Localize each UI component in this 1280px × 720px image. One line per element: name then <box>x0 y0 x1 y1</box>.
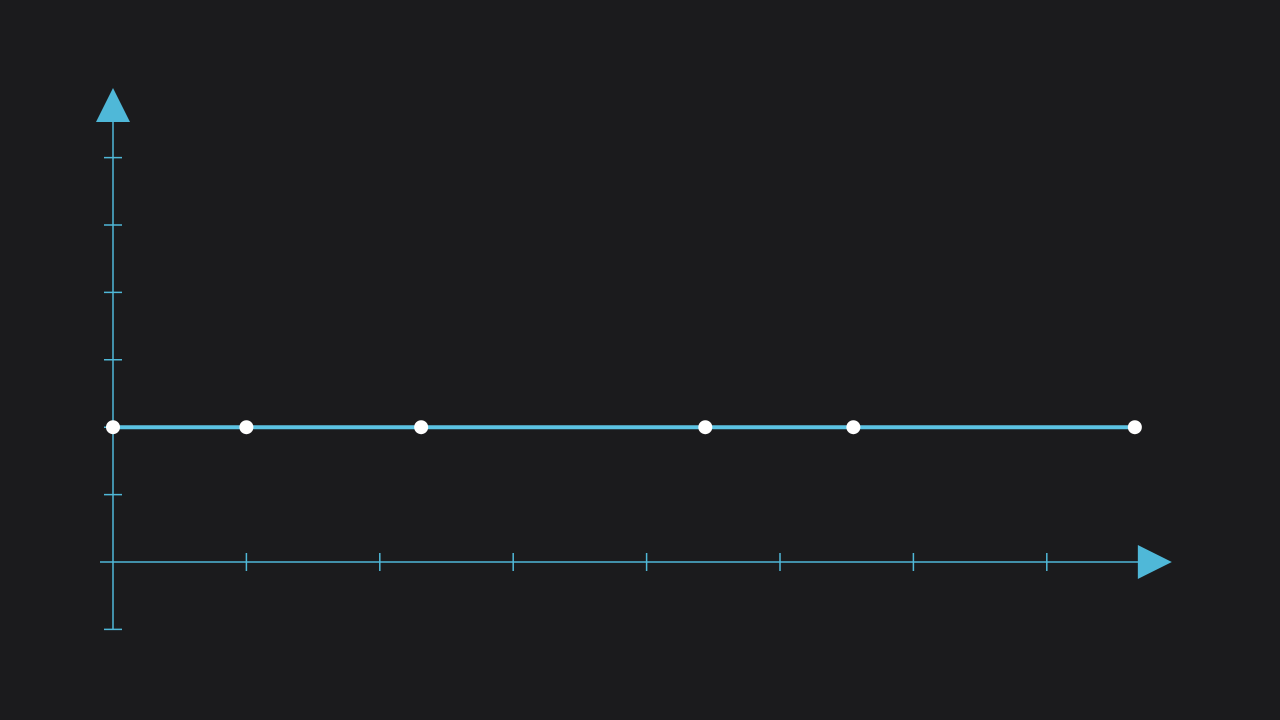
x-axis-arrow <box>1137 545 1172 579</box>
y-axis-arrow <box>96 88 130 122</box>
data-point <box>846 420 861 435</box>
axes <box>96 88 1172 631</box>
data-point <box>698 420 713 435</box>
data-point <box>106 420 120 435</box>
data-point <box>239 420 254 435</box>
data-point <box>1127 420 1142 435</box>
data-point <box>414 420 429 435</box>
series-layer <box>106 420 1142 435</box>
line-chart <box>96 88 1172 631</box>
